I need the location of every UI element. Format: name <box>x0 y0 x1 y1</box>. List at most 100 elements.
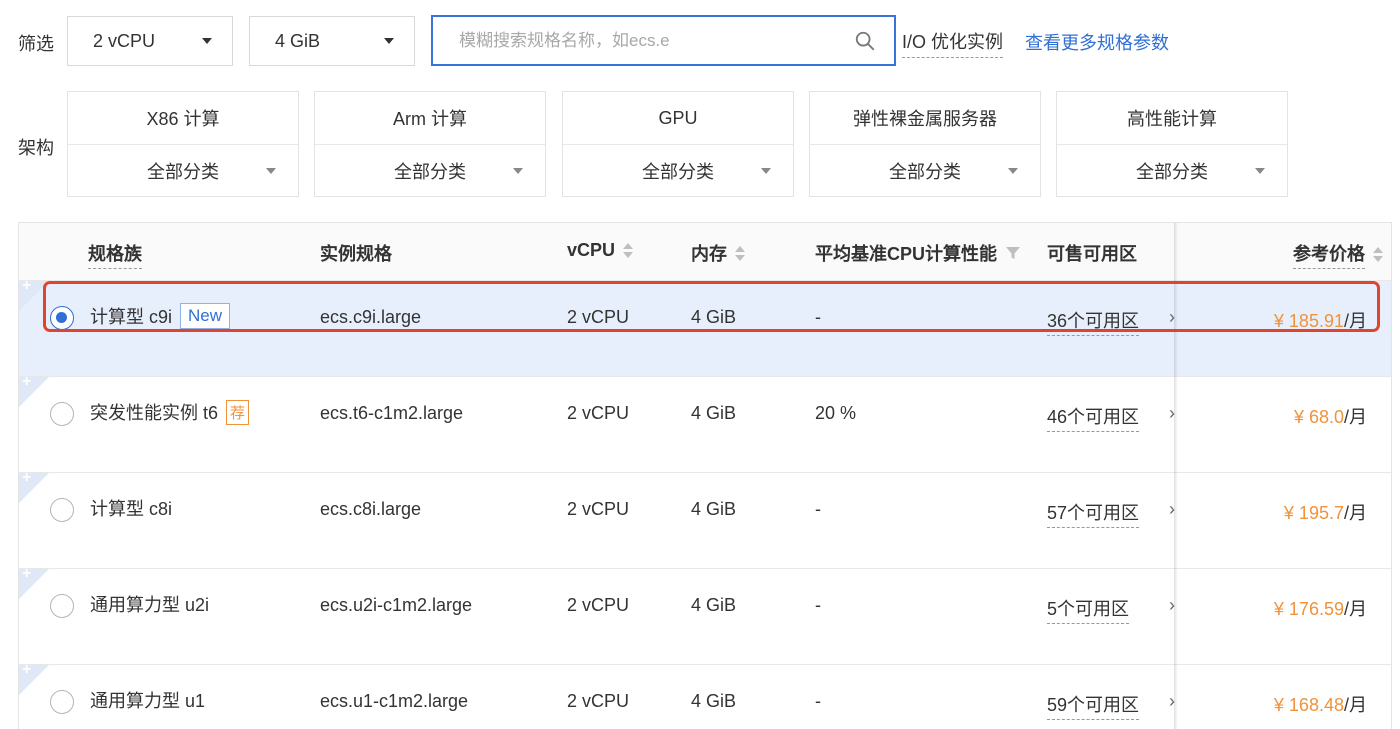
header-vcpu[interactable]: vCPU <box>567 240 633 261</box>
vcpu-cell: 2 vCPU <box>567 307 629 328</box>
filter-label: 筛选 <box>18 30 54 56</box>
arch-card-hpc[interactable]: 高性能计算 全部分类 <box>1056 91 1288 197</box>
row-radio[interactable] <box>50 306 74 330</box>
sort-icon[interactable] <box>623 243 633 258</box>
price-value: ¥ 195.7 <box>1284 503 1344 523</box>
arch-title[interactable]: GPU <box>563 92 793 145</box>
header-family-label: 规格族 <box>88 240 142 269</box>
table-row[interactable]: + 通用算力型 u2i ecs.u2i-c1m2.large 2 vCPU 4 … <box>19 569 1391 665</box>
perf-cell: - <box>815 307 821 328</box>
search-icon[interactable] <box>854 30 876 52</box>
price-cell: ¥ 195.7/月 <box>1284 499 1367 525</box>
price-cell: ¥ 176.59/月 <box>1274 595 1367 621</box>
arch-category-value: 全部分类 <box>147 158 219 184</box>
spec-cell: ecs.t6-c1m2.large <box>320 403 463 424</box>
zones-cell[interactable]: 59个可用区 <box>1047 691 1139 720</box>
new-badge: New <box>180 303 230 329</box>
chevron-down-icon <box>513 168 523 174</box>
table-row[interactable]: + 突发性能实例 t6 荐 ecs.t6-c1m2.large 2 vCPU 4… <box>19 377 1391 473</box>
expand-plus-glyph: + <box>22 661 31 679</box>
io-optimized-toggle[interactable]: I/O 优化实例 <box>902 28 1003 58</box>
arch-title[interactable]: X86 计算 <box>68 92 298 145</box>
spec-cell: ecs.u1-c1m2.large <box>320 691 468 712</box>
chevron-down-icon <box>1255 168 1265 174</box>
instance-spec-table: 规格族 实例规格 vCPU 内存 平均基准CPU计算性能 可售可用区 参考价格 <box>18 222 1392 729</box>
price-value: ¥ 185.91 <box>1274 311 1344 331</box>
zones-cell[interactable]: 46个可用区 <box>1047 403 1139 432</box>
table-row[interactable]: + 通用算力型 u1 ecs.u1-c1m2.large 2 vCPU 4 Gi… <box>19 665 1391 729</box>
price-unit: /月 <box>1344 599 1367 619</box>
arch-category-value: 全部分类 <box>642 158 714 184</box>
arch-category-select[interactable]: 全部分类 <box>810 145 1040 197</box>
arch-category-select[interactable]: 全部分类 <box>68 145 298 197</box>
vcpu-select[interactable]: 2 vCPU <box>67 16 233 66</box>
arch-card-x86[interactable]: X86 计算 全部分类 <box>67 91 299 197</box>
sort-icon[interactable] <box>1373 247 1383 262</box>
vcpu-cell: 2 vCPU <box>567 499 629 520</box>
expand-plus-glyph: + <box>22 277 31 295</box>
header-zones: 可售可用区 <box>1047 240 1137 266</box>
arch-card-gpu[interactable]: GPU 全部分类 <box>562 91 794 197</box>
expand-plus-glyph: + <box>22 469 31 487</box>
arch-title[interactable]: Arm 计算 <box>315 92 545 145</box>
zones-cell[interactable]: 57个可用区 <box>1047 499 1139 528</box>
expand-plus-glyph: + <box>22 373 31 391</box>
price-cell: ¥ 68.0/月 <box>1294 403 1367 429</box>
fixed-column-shadow <box>1174 223 1178 729</box>
family-name: 通用算力型 u2i <box>90 591 209 617</box>
family-cell: 计算型 c9i New <box>90 303 230 329</box>
family-cell: 通用算力型 u1 <box>90 687 205 713</box>
arch-title[interactable]: 弹性裸金属服务器 <box>810 92 1040 145</box>
arch-category-value: 全部分类 <box>394 158 466 184</box>
zones-cell[interactable]: 36个可用区 <box>1047 307 1139 336</box>
more-specs-link[interactable]: 查看更多规格参数 <box>1025 29 1169 55</box>
header-perf[interactable]: 平均基准CPU计算性能 <box>815 240 1021 266</box>
price-unit: /月 <box>1344 503 1367 523</box>
vcpu-cell: 2 vCPU <box>567 595 629 616</box>
arch-category-select[interactable]: 全部分类 <box>1057 145 1287 197</box>
recommend-badge: 荐 <box>226 400 249 425</box>
header-memory-label: 内存 <box>691 240 727 266</box>
memory-select[interactable]: 4 GiB <box>249 16 415 66</box>
vcpu-cell: 2 vCPU <box>567 403 629 424</box>
header-price[interactable]: 参考价格 <box>1293 240 1383 269</box>
row-radio[interactable] <box>50 594 74 618</box>
perf-cell: - <box>815 595 821 616</box>
header-vcpu-label: vCPU <box>567 240 615 261</box>
arch-card-bare-metal[interactable]: 弹性裸金属服务器 全部分类 <box>809 91 1041 197</box>
arch-category-value: 全部分类 <box>1136 158 1208 184</box>
perf-cell: 20 % <box>815 403 856 424</box>
row-radio[interactable] <box>50 498 74 522</box>
chevron-down-icon <box>1008 168 1018 174</box>
arch-category-select[interactable]: 全部分类 <box>315 145 545 197</box>
arch-category-select[interactable]: 全部分类 <box>563 145 793 197</box>
table-row[interactable]: + 计算型 c8i ecs.c8i.large 2 vCPU 4 GiB - 5… <box>19 473 1391 569</box>
price-unit: /月 <box>1344 695 1367 715</box>
table-row[interactable]: + 计算型 c9i New ecs.c9i.large 2 vCPU 4 GiB… <box>19 281 1391 377</box>
chevron-down-icon <box>761 168 771 174</box>
arch-title[interactable]: 高性能计算 <box>1057 92 1287 145</box>
header-spec: 实例规格 <box>320 240 392 266</box>
zones-cell[interactable]: 5个可用区 <box>1047 595 1129 624</box>
arch-card-arm[interactable]: Arm 计算 全部分类 <box>314 91 546 197</box>
row-radio[interactable] <box>50 690 74 714</box>
row-radio[interactable] <box>50 402 74 426</box>
architecture-label: 架构 <box>18 134 54 160</box>
price-cell: ¥ 168.48/月 <box>1274 691 1367 717</box>
memory-cell: 4 GiB <box>691 403 736 424</box>
spec-search-input[interactable] <box>459 31 854 51</box>
family-name: 通用算力型 u1 <box>90 687 205 713</box>
family-name: 突发性能实例 t6 <box>90 399 218 425</box>
arch-category-value: 全部分类 <box>889 158 961 184</box>
spec-cell: ecs.c9i.large <box>320 307 421 328</box>
family-cell: 突发性能实例 t6 荐 <box>90 399 249 425</box>
perf-cell: - <box>815 499 821 520</box>
header-zones-label: 可售可用区 <box>1047 240 1137 266</box>
spec-cell: ecs.u2i-c1m2.large <box>320 595 472 616</box>
spec-cell: ecs.c8i.large <box>320 499 421 520</box>
filter-icon[interactable] <box>1005 245 1021 261</box>
perf-cell: - <box>815 691 821 712</box>
header-memory[interactable]: 内存 <box>691 240 745 266</box>
price-value: ¥ 168.48 <box>1274 695 1344 715</box>
sort-icon[interactable] <box>735 246 745 261</box>
